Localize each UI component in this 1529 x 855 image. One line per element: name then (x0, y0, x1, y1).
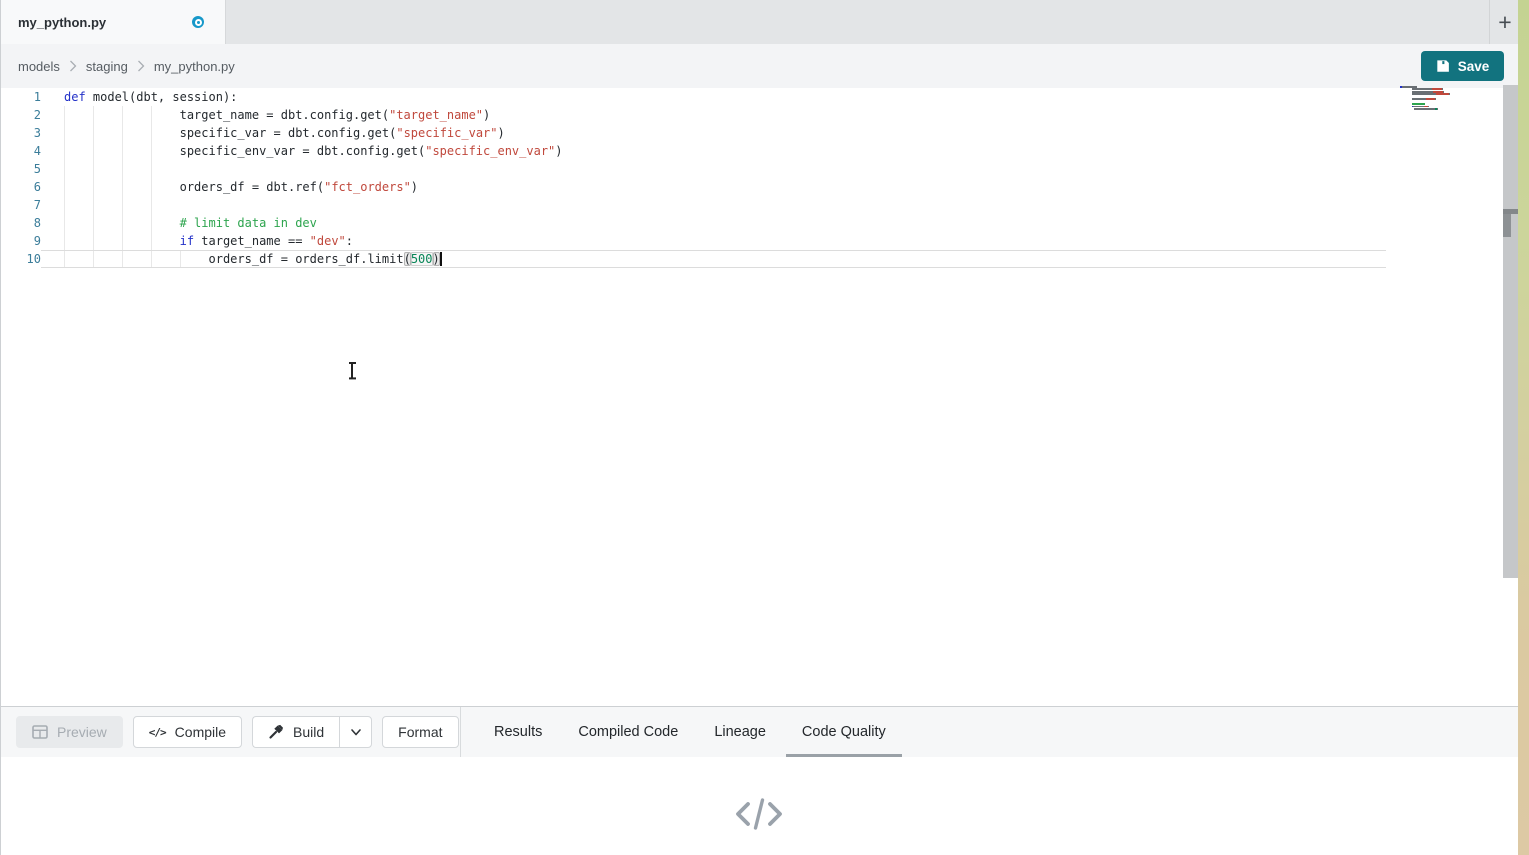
line-number: 5 (0, 160, 41, 178)
line-number: 10 (0, 250, 41, 268)
ide-window: my_python.py + models staging my_python.py… (0, 0, 1529, 855)
code-line-content: specific_env_var = dbt.config.get("speci… (41, 142, 563, 160)
code-line-5[interactable]: 5 (0, 160, 1400, 178)
line-number: 4 (0, 142, 41, 160)
format-button-label: Format (398, 724, 442, 740)
line-number: 3 (0, 124, 41, 142)
code-brackets-icon (733, 797, 785, 855)
line-number: 2 (0, 106, 41, 124)
code-line-8[interactable]: 8 # limit data in dev (0, 214, 1400, 232)
code-icon: </> (149, 726, 166, 739)
code-line-1[interactable]: 1def model(dbt, session): (0, 88, 1400, 106)
code-line-content: def model(dbt, session): (41, 88, 237, 106)
breadcrumb-item-staging[interactable]: staging (86, 59, 128, 74)
breadcrumb-item-models[interactable]: models (18, 59, 60, 74)
code-line-7[interactable]: 7 (0, 196, 1400, 214)
bottom-toolbar: Preview </> Compile Build Format Results Comp… (0, 706, 1518, 757)
code-line-2[interactable]: 2 target_name = dbt.config.get("target_n… (0, 106, 1400, 124)
minimap[interactable] (1400, 86, 1498, 110)
scrollbar-thumb-tail[interactable] (1503, 214, 1511, 237)
line-number: 7 (0, 196, 41, 214)
table-icon (32, 725, 48, 739)
code-editor[interactable]: 1def model(dbt, session):2 target_name =… (0, 88, 1518, 706)
build-button-label: Build (293, 724, 324, 740)
text-caret (440, 252, 442, 266)
tab-lineage[interactable]: Lineage (712, 707, 768, 757)
line-number: 1 (0, 88, 41, 106)
window-left-edge (0, 0, 1, 855)
compile-button-label: Compile (175, 724, 226, 740)
code-line-4[interactable]: 4 specific_env_var = dbt.config.get("spe… (0, 142, 1400, 160)
results-panel (0, 757, 1518, 855)
hammer-icon (268, 724, 284, 740)
code-line-content: orders_df = orders_df.limit(500) (41, 250, 1386, 268)
preview-button-label: Preview (57, 724, 107, 740)
format-button[interactable]: Format (382, 716, 458, 748)
code-line-content: # limit data in dev (41, 214, 317, 232)
code-line-content: orders_df = dbt.ref("fct_orders") (41, 178, 418, 196)
code-line-10[interactable]: 10 orders_df = orders_df.limit(500) (0, 250, 1400, 268)
line-number: 6 (0, 178, 41, 196)
chevron-down-icon (349, 725, 363, 739)
editor-scrollbar[interactable] (1503, 85, 1518, 578)
tab-results[interactable]: Results (492, 707, 544, 757)
save-button[interactable]: Save (1421, 51, 1504, 81)
save-button-label: Save (1458, 59, 1490, 74)
toolbar-separator (460, 707, 461, 757)
build-button[interactable]: Build (252, 716, 339, 748)
tab-compiled-code[interactable]: Compiled Code (576, 707, 680, 757)
file-tab-title: my_python.py (18, 15, 106, 30)
unsaved-changes-dot-icon[interactable] (192, 16, 204, 28)
chevron-right-icon (69, 60, 77, 72)
mouse-ibeam-cursor (347, 362, 357, 380)
line-number: 9 (0, 232, 41, 250)
code-line-3[interactable]: 3 specific_var = dbt.config.get("specifi… (0, 124, 1400, 142)
result-tabs: Results Compiled Code Lineage Code Quality (492, 707, 888, 757)
code-line-content: specific_var = dbt.config.get("specific_… (41, 124, 505, 142)
code-line-content (41, 196, 64, 214)
chevron-right-icon (137, 60, 145, 72)
tab-code-quality[interactable]: Code Quality (800, 707, 888, 757)
tab-bar: my_python.py + (0, 0, 1518, 44)
build-dropdown-button[interactable] (339, 716, 372, 748)
minimap-line (1414, 108, 1498, 110)
new-tab-button[interactable]: + (1492, 8, 1518, 36)
preview-button[interactable]: Preview (16, 716, 123, 748)
build-split-button: Build (252, 716, 372, 748)
line-number: 8 (0, 214, 41, 232)
file-tab-my-python[interactable]: my_python.py (0, 0, 226, 44)
code-line-content: if target_name == "dev": (41, 232, 353, 250)
code-line-6[interactable]: 6 orders_df = dbt.ref("fct_orders") (0, 178, 1400, 196)
desktop-wallpaper-edge (1518, 0, 1529, 855)
breadcrumb: models staging my_python.py (18, 44, 235, 88)
tabbar-separator (1489, 0, 1490, 44)
breadcrumb-bar: models staging my_python.py Save (0, 44, 1518, 88)
save-floppy-icon (1436, 59, 1450, 73)
code-line-9[interactable]: 9 if target_name == "dev": (0, 232, 1400, 250)
code-line-content: target_name = dbt.config.get("target_nam… (41, 106, 490, 124)
compile-button[interactable]: </> Compile (133, 716, 242, 748)
breadcrumb-item-my-python-py[interactable]: my_python.py (154, 59, 235, 74)
code-rows: 1def model(dbt, session):2 target_name =… (0, 88, 1400, 268)
toolbar-buttons: Preview </> Compile Build Format (16, 716, 459, 748)
code-line-content (41, 160, 64, 178)
